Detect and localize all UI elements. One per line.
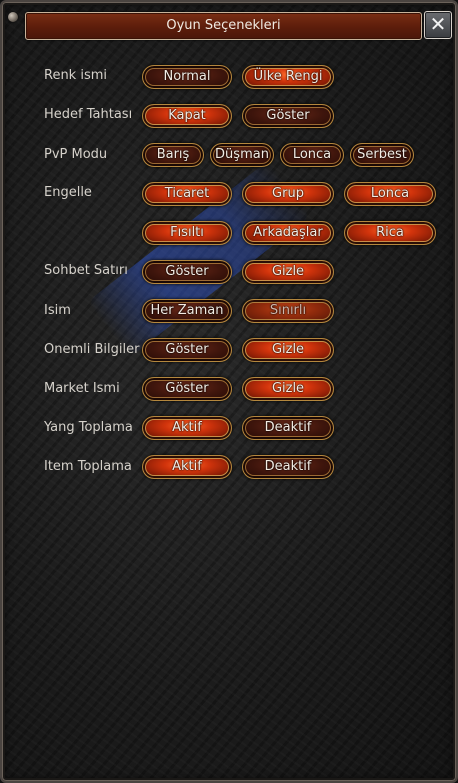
engelle-fisilti-button[interactable]: Fısıltı [142, 221, 232, 245]
rivet-icon [8, 12, 18, 22]
isim-sinirli-button[interactable]: Sınırlı [242, 299, 334, 323]
label-pvp-modu: PvP Modu [44, 147, 108, 162]
sohbet-gizle-button[interactable]: Gizle [242, 260, 334, 284]
label-yang-toplama: Yang Toplama [44, 420, 133, 435]
label-onemli-bilgiler: Önemli Bilgiler [44, 342, 140, 357]
label-market-ismi: Market İsmi [44, 381, 120, 396]
yang-deaktif-button[interactable]: Deaktif [242, 416, 334, 440]
window-title: Oyun Seçenekleri [25, 12, 422, 40]
onemli-gizle-button[interactable]: Gizle [242, 338, 334, 362]
yang-aktif-button[interactable]: Aktif [142, 416, 232, 440]
hedef-tahtasi-kapat-button[interactable]: Kapat [142, 104, 232, 128]
pvp-lonca-button[interactable]: Lonca [280, 143, 344, 167]
isim-her-zaman-button[interactable]: Her Zaman [142, 299, 232, 323]
renk-ismi-normal-button[interactable]: Normal [142, 65, 232, 89]
pvp-serbest-button[interactable]: Serbest [350, 143, 414, 167]
onemli-goster-button[interactable]: Göster [142, 338, 232, 362]
sohbet-goster-button[interactable]: Göster [142, 260, 232, 284]
pvp-dusman-button[interactable]: Düşman [210, 143, 274, 167]
label-sohbet-satiri: Sohbet Satırı [44, 263, 128, 278]
engelle-rica-button[interactable]: Rica [344, 221, 436, 245]
engelle-ticaret-button[interactable]: Ticaret [142, 182, 232, 206]
label-item-toplama: İtem Toplama [44, 459, 132, 474]
label-engelle: Engelle [44, 185, 92, 200]
hedef-tahtasi-goster-button[interactable]: Göster [242, 104, 334, 128]
item-deaktif-button[interactable]: Deaktif [242, 455, 334, 479]
label-hedef-tahtasi: Hedef Tahtası [44, 107, 133, 122]
market-goster-button[interactable]: Göster [142, 377, 232, 401]
close-icon[interactable]: ✕ [424, 11, 452, 39]
label-renk-ismi: Renk ismi [44, 68, 108, 83]
label-isim: Isim [44, 303, 71, 318]
engelle-grup-button[interactable]: Grup [242, 182, 334, 206]
renk-ismi-ulke-rengi-button[interactable]: Ülke Rengi [242, 65, 334, 89]
item-aktif-button[interactable]: Aktif [142, 455, 232, 479]
game-options-window: Oyun Seçenekleri ✕ Renk ismi Normal Ülke… [0, 0, 458, 783]
engelle-lonca-button[interactable]: Lonca [344, 182, 436, 206]
engelle-arkadaslar-button[interactable]: Arkadaşlar [242, 221, 334, 245]
market-gizle-button[interactable]: Gizle [242, 377, 334, 401]
pvp-baris-button[interactable]: Barış [142, 143, 204, 167]
